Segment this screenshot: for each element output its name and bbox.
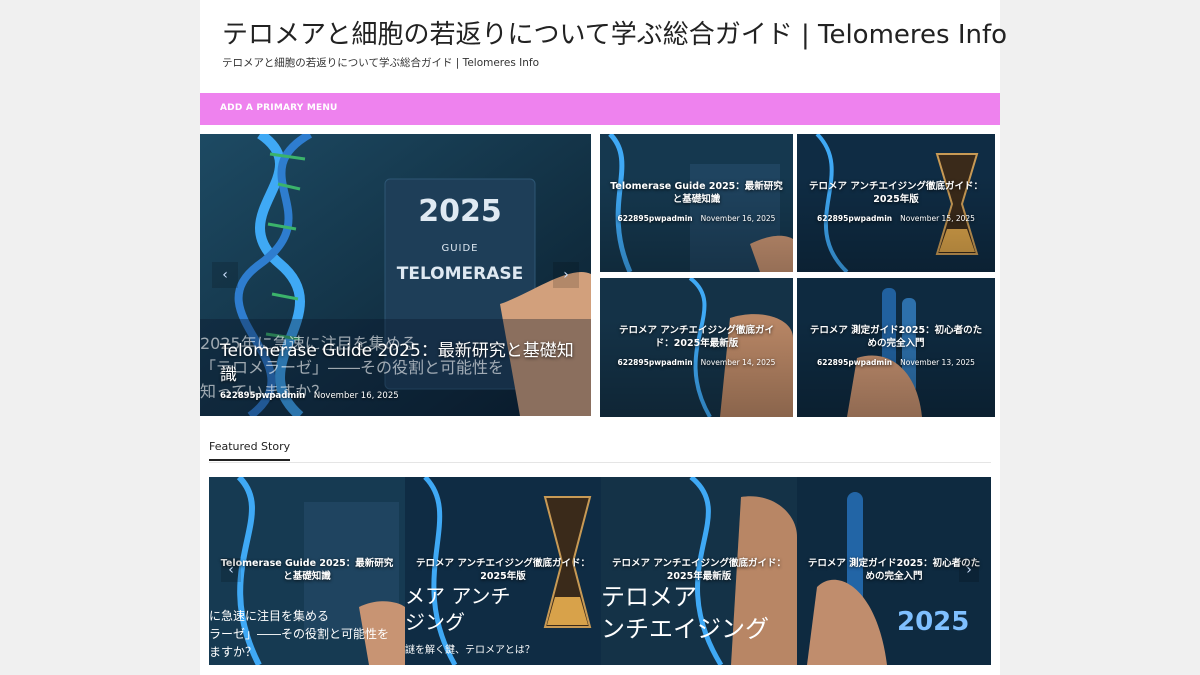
featured-card-text: テロメア アンチエイジング徹底ガイド：2025年最新版 [601, 557, 797, 583]
grid-post-author[interactable]: 622895pwpadmin [618, 358, 693, 367]
hero-slide[interactable]: 2025 GUIDE TELOMERASE 2025年に急速に注目を集める 「テ… [200, 134, 591, 416]
grid-post-title[interactable]: テロメア 測定ガイド2025：初心者のための完全入門 [797, 324, 995, 350]
hero-date[interactable]: November 16, 2025 [314, 391, 399, 401]
grid-post-author[interactable]: 622895pwpadmin [817, 358, 892, 367]
grid-post-author[interactable]: 622895pwpadmin [618, 214, 693, 223]
featured-caption-line: に急速に注目を集める [209, 609, 330, 623]
chevron-left-icon[interactable]: ‹ [221, 558, 241, 582]
featured-card-caption: テロメア ンチエイジング [601, 581, 769, 645]
grid-post-title[interactable]: テロメア アンチエイジング徹底ガイド：2025年最新版 [600, 324, 793, 350]
chevron-right-icon[interactable]: › [959, 558, 979, 582]
site-header: テロメアと細胞の若返りについて学ぶ総合ガイド | Telomeres Info … [200, 0, 1007, 93]
featured-card-text: テロメア アンチエイジング徹底ガイド：2025年版 [405, 557, 601, 583]
hero-book-name: TELOMERASE [396, 264, 524, 284]
grid-post-meta: 622895pwpadmin November 16, 2025 [600, 214, 793, 223]
featured-card-caption: 謎を解く鍵、テロメアとは？ [405, 645, 535, 656]
grid-post-card[interactable]: テロメア アンチエイジング徹底ガイド：2025年最新版 622895pwpadm… [600, 278, 793, 417]
grid-post-date[interactable]: November 15, 2025 [900, 214, 975, 223]
featured-caption-line: ラーゼ」――その役割と可能性を [209, 627, 390, 641]
grid-post-title[interactable]: Telomerase Guide 2025：最新研究と基礎知識 [600, 180, 793, 206]
grid-post-meta: 622895pwpadmin November 13, 2025 [797, 358, 995, 367]
grid-post-author[interactable]: 622895pwpadmin [817, 214, 892, 223]
hero-book-guide: GUIDE [441, 243, 479, 254]
featured-card-title[interactable]: テロメア アンチエイジング徹底ガイド：2025年版 [405, 557, 601, 583]
featured-caption-line: メア アンチ [405, 584, 511, 608]
hero-post-title[interactable]: Telomerase Guide 2025：最新研究と基礎知識 [220, 339, 580, 387]
featured-card-title[interactable]: テロメア アンチエイジング徹底ガイド：2025年最新版 [601, 557, 797, 583]
grid-post-text: テロメア アンチエイジング徹底ガイド：2025年最新版 622895pwpadm… [600, 324, 793, 367]
featured-card[interactable]: テロメア ンチエイジング テロメア アンチエイジング徹底ガイド：2025年最新版 [601, 477, 797, 665]
chevron-left-icon[interactable]: ‹ [212, 262, 238, 288]
featured-story-heading: Featured Story [209, 440, 991, 463]
featured-caption-line: ますか？ [209, 645, 258, 659]
add-primary-menu-link[interactable]: ADD A PRIMARY MENU [220, 103, 338, 113]
featured-carousel: に急速に注目を集める ラーゼ」――その役割と可能性を ますか？ Telomera… [209, 477, 991, 665]
featured-card-caption: メア アンチ ジング [405, 583, 511, 635]
hero-author[interactable]: 622895pwpadmin [220, 391, 305, 401]
site-title[interactable]: テロメアと細胞の若返りについて学ぶ総合ガイド | Telomeres Info [222, 18, 1007, 52]
featured-caption-line: テロメア [601, 583, 697, 611]
grid-post-card[interactable]: Telomerase Guide 2025：最新研究と基礎知識 622895pw… [600, 134, 793, 272]
page: テロメアと細胞の若返りについて学ぶ総合ガイド | Telomeres Info … [200, 0, 1007, 675]
grid-post-text: Telomerase Guide 2025：最新研究と基礎知識 622895pw… [600, 180, 793, 223]
featured-caption-line: ンチエイジング [601, 615, 769, 643]
featured-caption-line: ジング [405, 610, 465, 634]
grid-post-meta: 622895pwpadmin November 14, 2025 [600, 358, 793, 367]
hero-book-cover: 2025 GUIDE TELOMERASE [385, 194, 535, 284]
grid-post-text: テロメア 測定ガイド2025：初心者のための完全入門 622895pwpadmi… [797, 324, 995, 367]
grid-post-date[interactable]: November 14, 2025 [701, 358, 776, 367]
featured-card-caption: に急速に注目を集める ラーゼ」――その役割と可能性を ますか？ [209, 607, 389, 661]
featured-card-caption: 2025 [897, 607, 970, 637]
chevron-right-icon[interactable]: › [553, 262, 579, 288]
hero-post-meta: 622895pwpadmin November 16, 2025 [220, 391, 399, 401]
grid-post-date[interactable]: November 13, 2025 [900, 358, 975, 367]
grid-post-card[interactable]: テロメア アンチエイジング徹底ガイド：2025年版 622895pwpadmin… [797, 134, 995, 272]
grid-post-date[interactable]: November 16, 2025 [701, 214, 776, 223]
hero-book-year: 2025 [418, 194, 502, 229]
primary-menu-bar: ADD A PRIMARY MENU [200, 93, 1000, 125]
grid-post-title[interactable]: テロメア アンチエイジング徹底ガイド：2025年版 [797, 180, 995, 206]
grid-post-text: テロメア アンチエイジング徹底ガイド：2025年版 622895pwpadmin… [797, 180, 995, 223]
featured-story-title: Featured Story [209, 440, 291, 461]
grid-post-card[interactable]: テロメア 測定ガイド2025：初心者のための完全入門 622895pwpadmi… [797, 278, 995, 417]
grid-post-meta: 622895pwpadmin November 15, 2025 [797, 214, 995, 223]
featured-card[interactable]: メア アンチ ジング 謎を解く鍵、テロメアとは？ テロメア アンチエイジング徹底… [405, 477, 601, 665]
site-description: テロメアと細胞の若返りについて学ぶ総合ガイド | Telomeres Info [222, 57, 540, 69]
